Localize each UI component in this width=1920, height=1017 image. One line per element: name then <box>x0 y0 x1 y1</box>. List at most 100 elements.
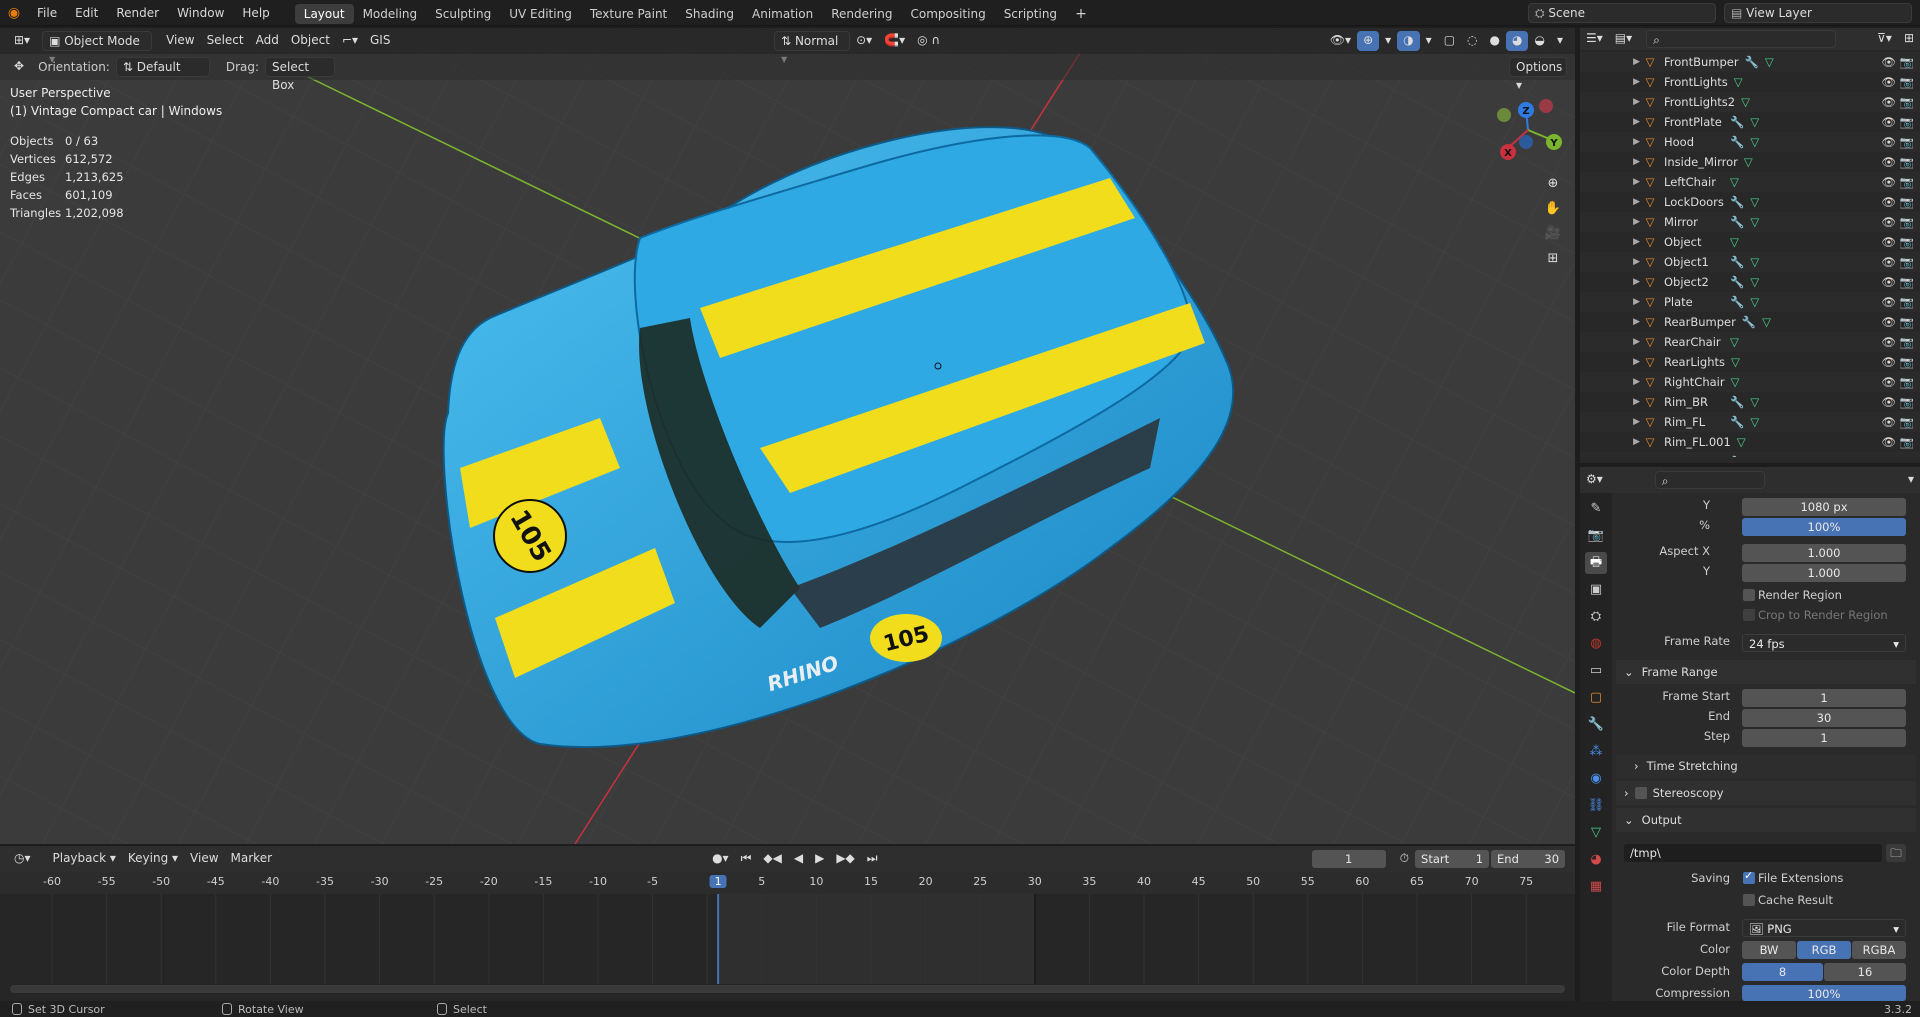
properties-options-icon[interactable]: ▾ <box>1902 470 1920 490</box>
playback-menu[interactable]: Playback ▾ <box>47 849 122 869</box>
render-camera-icon[interactable]: 📷 <box>1900 315 1914 329</box>
play-icon[interactable]: ▶ <box>809 849 830 869</box>
expand-arrow-icon[interactable]: ▶ <box>1580 337 1640 347</box>
render-tab-icon[interactable]: 📷 <box>1585 525 1607 547</box>
object-tab-icon[interactable]: ▢ <box>1585 687 1607 709</box>
camera-icon[interactable]: 🎥 <box>1542 223 1564 245</box>
mesh-data-icon[interactable]: ▽ <box>1730 335 1739 349</box>
expand-arrow-icon[interactable]: ▶ <box>1580 357 1640 367</box>
output-path-input[interactable]: /tmp\ <box>1624 844 1882 862</box>
render-camera-icon[interactable]: 📷 <box>1900 255 1914 269</box>
modifier-tab-icon[interactable]: 🔧 <box>1585 714 1607 736</box>
gizmo-neg-y-handle[interactable] <box>1497 108 1511 122</box>
shading-dropdown-icon[interactable]: ▾ <box>1551 31 1569 51</box>
outliner-row[interactable]: ▶ ▽ Object1 🔧 ▽ 👁 📷 <box>1580 252 1920 272</box>
visibility-eye-icon[interactable]: 👁 <box>1881 435 1896 449</box>
expand-arrow-icon[interactable]: ▶ <box>1580 77 1640 87</box>
menu-view[interactable]: View <box>160 31 200 51</box>
frame-ruler[interactable]: -60 -55 -50 -45 -40 -35 -30 -25 -20 -15 -10 -5 1 5 10 1… <box>0 872 1575 894</box>
render-camera-icon[interactable]: 📷 <box>1900 275 1914 289</box>
mesh-data-icon[interactable]: ▽ <box>1750 455 1759 457</box>
render-region-checkbox[interactable] <box>1743 589 1755 601</box>
visibility-eye-icon[interactable]: 👁 <box>1881 135 1896 149</box>
color-bw-option[interactable]: BW <box>1742 941 1796 959</box>
color-rgba-option[interactable]: RGBA <box>1852 941 1906 959</box>
jump-start-icon[interactable]: ⏮ <box>735 849 758 869</box>
compression-slider[interactable]: 100% <box>1742 985 1906 1001</box>
tab-sculpting[interactable]: Sculpting <box>426 4 500 24</box>
render-camera-icon[interactable]: 📷 <box>1900 355 1914 369</box>
expand-arrow-icon[interactable]: ▶ <box>1580 97 1640 107</box>
render-camera-icon[interactable]: 📷 <box>1900 335 1914 349</box>
expand-arrow-icon[interactable]: ▶ <box>1580 197 1640 207</box>
modifier-wrench-icon[interactable]: 🔧 <box>1730 275 1744 289</box>
visibility-eye-icon[interactable]: 👁 <box>1881 175 1896 189</box>
file-format-selector[interactable]: 🖼 PNG ▾ <box>1742 919 1906 937</box>
render-camera-icon[interactable]: 📷 <box>1900 215 1914 229</box>
render-camera-icon[interactable]: 📷 <box>1900 95 1914 109</box>
frame-rate-selector[interactable]: 24 fps ▾ <box>1742 634 1906 652</box>
render-camera-icon[interactable]: 📷 <box>1900 395 1914 409</box>
mesh-data-icon[interactable]: ▽ <box>1750 275 1759 289</box>
filter-icon[interactable]: ⊽▾ <box>1871 29 1898 49</box>
outliner-row[interactable]: ▶ ▽ FrontLights2 ▽ 👁 📷 <box>1580 92 1920 112</box>
visibility-eye-icon[interactable]: 👁 <box>1881 415 1896 429</box>
menu-gis[interactable]: GIS <box>364 31 396 51</box>
outliner-row[interactable]: ▶ ▽ Inside_Mirror ▽ 👁 📷 <box>1580 152 1920 172</box>
render-camera-icon[interactable]: 📷 <box>1900 235 1914 249</box>
render-camera-icon[interactable]: 📷 <box>1900 435 1914 449</box>
timeline-view-menu[interactable]: View <box>184 849 224 869</box>
aspect-x-field[interactable]: 1.000 <box>1742 544 1906 562</box>
mesh-data-icon[interactable]: ▽ <box>1750 115 1759 129</box>
next-keyframe-icon[interactable]: ▶◆ <box>830 849 860 869</box>
constraints-tab-icon[interactable]: ⛓ <box>1585 795 1607 817</box>
outliner-row[interactable]: ▶ ▽ Rim_FL.001 ▽ 👁 📷 <box>1580 432 1920 452</box>
visibility-icon[interactable]: 👁▾ <box>1324 31 1357 51</box>
menu-help[interactable]: Help <box>233 0 278 26</box>
collection-tab-icon[interactable]: ▭ <box>1585 660 1607 682</box>
expand-arrow-icon[interactable]: ▶ <box>1580 137 1640 147</box>
folder-browse-icon[interactable]: 🗀 <box>1886 844 1906 862</box>
editor-type-icon[interactable]: ⊞▾ <box>8 31 36 51</box>
render-camera-icon[interactable]: 📷 <box>1900 155 1914 169</box>
zoom-icon[interactable]: ⊕ <box>1542 173 1564 195</box>
gizmo-neg-z-handle[interactable] <box>1519 135 1533 149</box>
mesh-data-icon[interactable]: ▽ <box>1731 355 1740 369</box>
expand-arrow-icon[interactable]: ▶ <box>1580 237 1640 247</box>
prev-keyframe-icon[interactable]: ◆◀ <box>757 849 787 869</box>
expand-arrow-icon[interactable]: ▶ <box>1580 217 1640 227</box>
mesh-data-icon[interactable]: ▽ <box>1734 75 1743 89</box>
cache-result-checkbox[interactable] <box>1743 894 1755 906</box>
tab-compositing[interactable]: Compositing <box>901 4 994 24</box>
overlay-toggle-icon[interactable]: ◑ <box>1397 31 1420 51</box>
modifier-wrench-icon[interactable]: 🔧 <box>1730 295 1744 309</box>
render-camera-icon[interactable]: 📷 <box>1900 135 1914 149</box>
tab-uv-editing[interactable]: UV Editing <box>500 4 581 24</box>
visibility-eye-icon[interactable]: 👁 <box>1881 235 1896 249</box>
transform-orientation-selector[interactable]: ⇅ Normal ▾ <box>774 31 851 66</box>
xray-icon[interactable]: ▢ <box>1438 31 1461 51</box>
file-extensions-checkbox[interactable] <box>1743 869 1755 884</box>
jump-end-icon[interactable]: ⏭ <box>861 849 884 869</box>
data-tab-icon[interactable]: ▽ <box>1585 822 1607 844</box>
outliner-row[interactable]: ▶ ▽ Hood 🔧 ▽ 👁 📷 <box>1580 132 1920 152</box>
options-button[interactable]: Options ▾ <box>1509 57 1567 92</box>
scene-tab-icon[interactable]: ⛭ <box>1585 606 1607 628</box>
modifier-wrench-icon[interactable]: 🔧 <box>1730 255 1744 269</box>
outliner-row[interactable]: ▶ ▽ Object2 🔧 ▽ 👁 📷 <box>1580 272 1920 292</box>
time-stretching-panel-header[interactable]: › Time Stretching <box>1616 754 1916 778</box>
shading-wireframe-icon[interactable]: ◌ <box>1461 31 1483 51</box>
visibility-eye-icon[interactable]: 👁 <box>1881 455 1896 457</box>
aspect-y-field[interactable]: 1.000 <box>1742 564 1906 582</box>
frame-end-field[interactable]: 30 <box>1742 709 1906 727</box>
visibility-eye-icon[interactable]: 👁 <box>1881 255 1896 269</box>
mode-selector[interactable]: ▣ Object Mode ▾ <box>42 31 153 66</box>
tool-tab-icon[interactable]: ✎ <box>1585 498 1607 520</box>
visibility-eye-icon[interactable]: 👁 <box>1881 55 1896 69</box>
shading-solid-icon[interactable]: ● <box>1484 31 1506 51</box>
particles-tab-icon[interactable]: ⁂ <box>1585 741 1607 763</box>
timeline-editor-icon[interactable]: ◷▾ <box>8 849 37 869</box>
mesh-data-icon[interactable]: ▽ <box>1762 315 1771 329</box>
expand-arrow-icon[interactable]: ▶ <box>1580 57 1640 67</box>
move-tool-icon[interactable]: ✥ <box>8 57 30 77</box>
